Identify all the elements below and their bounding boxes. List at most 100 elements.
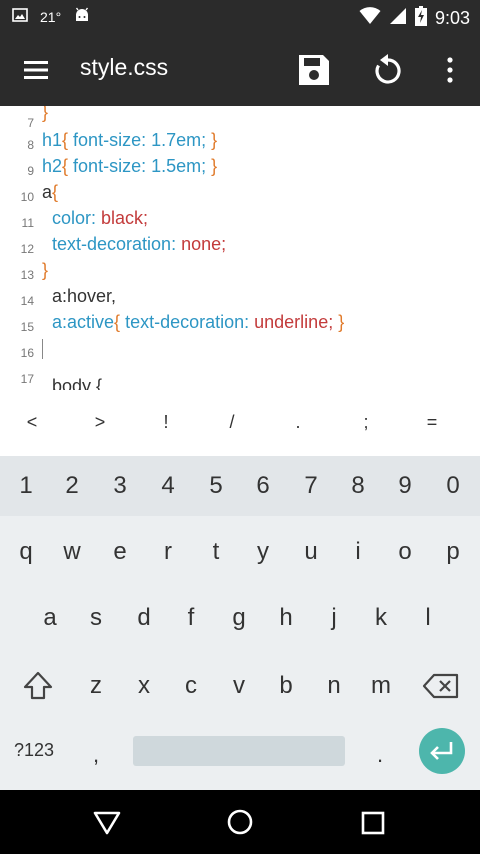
temperature: 21° xyxy=(40,8,62,25)
code-editor[interactable]: 7 } 8 h1{ font-size: 1.7em; } 9 h2{ font… xyxy=(0,106,480,390)
symbol-key[interactable]: = xyxy=(412,412,452,433)
selector: a:hover, xyxy=(42,286,117,306)
code-line: 15 a:active{ text-decoration: underline;… xyxy=(0,312,480,338)
brace: } xyxy=(206,130,218,150)
line-number: 13 xyxy=(20,268,34,282)
home-icon[interactable] xyxy=(226,808,254,841)
value: none; xyxy=(176,234,227,254)
key-o[interactable]: o xyxy=(383,538,427,566)
image-icon xyxy=(12,7,28,26)
key-h[interactable]: h xyxy=(264,604,308,632)
key-4[interactable]: 4 xyxy=(146,472,190,500)
navigation-bar xyxy=(0,790,480,854)
brace: } xyxy=(333,312,345,332)
key-6[interactable]: 6 xyxy=(241,472,285,500)
code-line: 14 a:hover, xyxy=(0,286,480,312)
key-y[interactable]: y xyxy=(241,538,285,566)
key-5[interactable]: 5 xyxy=(194,472,238,500)
key-l[interactable]: l xyxy=(406,604,450,632)
key-t[interactable]: t xyxy=(194,538,238,566)
key-g[interactable]: g xyxy=(217,604,261,632)
menu-icon[interactable] xyxy=(20,56,52,84)
key-w[interactable]: w xyxy=(50,538,94,566)
code-line: 17 body { xyxy=(0,364,480,390)
back-icon[interactable] xyxy=(92,810,122,841)
symbol-key[interactable]: . xyxy=(278,412,318,433)
key-d[interactable]: d xyxy=(122,604,166,632)
line-number: 16 xyxy=(20,346,34,360)
app-bar: style.css xyxy=(0,34,480,106)
key-2[interactable]: 2 xyxy=(50,472,94,500)
key-9[interactable]: 9 xyxy=(383,472,427,500)
key-0[interactable]: 0 xyxy=(431,472,475,500)
value: underline; xyxy=(249,312,334,332)
property: font-size: xyxy=(68,130,147,150)
line-number: 7 xyxy=(27,116,34,130)
symbol-key[interactable]: / xyxy=(212,412,252,433)
code-text: } xyxy=(42,106,49,122)
key-3[interactable]: 3 xyxy=(98,472,142,500)
symbol-key[interactable]: > xyxy=(80,412,120,433)
period-key[interactable]: . xyxy=(377,742,383,768)
code-line: 8 h1{ font-size: 1.7em; } xyxy=(0,130,480,156)
line-number: 11 xyxy=(21,216,34,230)
code-line: 9 h2{ font-size: 1.5em; } xyxy=(0,156,480,182)
property: text-decoration: xyxy=(120,312,250,332)
line-number: 8 xyxy=(27,138,34,152)
refresh-icon[interactable] xyxy=(370,52,406,88)
code-line: 12 text-decoration: none; xyxy=(0,234,480,260)
property: font-size: xyxy=(68,156,147,176)
key-v[interactable]: v xyxy=(217,672,261,700)
key-q[interactable]: q xyxy=(4,538,48,566)
save-icon[interactable] xyxy=(296,52,332,88)
brace: { xyxy=(52,182,59,202)
key-8[interactable]: 8 xyxy=(336,472,380,500)
key-z[interactable]: z xyxy=(74,672,118,700)
enter-icon[interactable] xyxy=(419,728,465,774)
property: color: xyxy=(42,208,97,228)
property: text-decoration: xyxy=(42,234,177,254)
more-vert-icon[interactable] xyxy=(440,52,460,88)
number-row: 1 2 3 4 5 6 7 8 9 0 xyxy=(0,456,480,516)
key-e[interactable]: e xyxy=(98,538,142,566)
key-i[interactable]: i xyxy=(336,538,380,566)
key-c[interactable]: c xyxy=(169,672,213,700)
key-u[interactable]: u xyxy=(289,538,333,566)
value: 1.7em; xyxy=(146,130,207,150)
key-a[interactable]: a xyxy=(28,604,72,632)
key-r[interactable]: r xyxy=(146,538,190,566)
backspace-icon[interactable] xyxy=(422,672,460,705)
value: black; xyxy=(96,208,149,228)
brace: } xyxy=(206,156,218,176)
code-line: 16 xyxy=(0,338,480,364)
value: 1.5em; xyxy=(146,156,207,176)
key-k[interactable]: k xyxy=(359,604,403,632)
symbol-key[interactable]: ; xyxy=(346,412,386,433)
comma-key[interactable]: , xyxy=(93,742,99,768)
selector: h2 xyxy=(42,156,63,176)
key-b[interactable]: b xyxy=(264,672,308,700)
key-1[interactable]: 1 xyxy=(4,472,48,500)
symbol-key[interactable]: < xyxy=(12,412,52,433)
key-p[interactable]: p xyxy=(431,538,475,566)
key-m[interactable]: m xyxy=(359,672,403,700)
text-cursor xyxy=(42,339,43,360)
key-x[interactable]: x xyxy=(122,672,166,700)
symbol-key[interactable]: ! xyxy=(146,412,186,433)
code-line: 11 color: black; xyxy=(0,208,480,234)
shift-icon[interactable] xyxy=(22,670,54,707)
key-s[interactable]: s xyxy=(74,604,118,632)
symbols-mode-key[interactable]: ?123 xyxy=(14,740,54,761)
line-number: 12 xyxy=(20,242,34,256)
key-n[interactable]: n xyxy=(312,672,356,700)
key-j[interactable]: j xyxy=(312,604,356,632)
selector: a:active xyxy=(42,312,115,332)
line-number: 10 xyxy=(20,190,34,204)
space-key[interactable] xyxy=(133,736,345,766)
signal-icon xyxy=(389,7,407,30)
key-f[interactable]: f xyxy=(169,604,213,632)
key-7[interactable]: 7 xyxy=(289,472,333,500)
clock: 9:03 xyxy=(434,8,470,28)
recents-icon[interactable] xyxy=(360,810,386,841)
keyboard: 1 2 3 4 5 6 7 8 9 0 q w e r t y u i o p … xyxy=(0,456,480,790)
